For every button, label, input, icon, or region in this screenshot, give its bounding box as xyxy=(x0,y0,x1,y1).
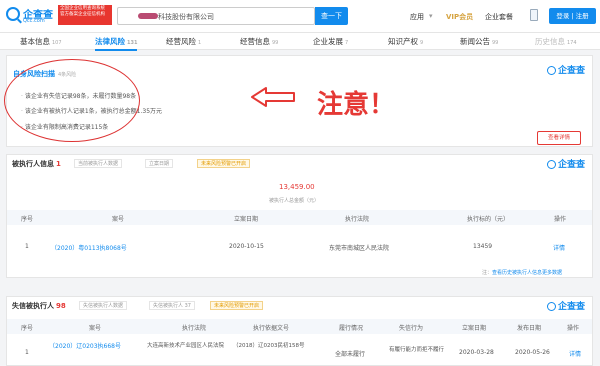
executed-person-section: 被执行人信息 1 当前被执行人数据 立案日期 未来风险预警已开启 企查查 13,4… xyxy=(6,154,593,278)
tab-operating-risk[interactable]: 经营风险 1 xyxy=(166,36,201,47)
court-name: 大连高新技术产业园区人民法院 xyxy=(147,343,225,349)
dishonest-person-section: 失信被执行人 98 失信被执行人数据 失信被执行人 37 未来风险预警已开启 企查… xyxy=(6,296,593,366)
tab-basic-info[interactable]: 基本信息 107 xyxy=(20,36,62,47)
risk-alert-tag[interactable]: 未来风险预警已开启 xyxy=(210,301,264,310)
company-tabs: 基本信息 107 法律风险 131 经营风险 1 经营信息 99 企业发展 7 知识产权 9… xyxy=(0,33,600,51)
tab-history[interactable]: 历史信息 174 xyxy=(535,36,577,47)
filter-chip[interactable]: 失信被执行人数据 xyxy=(79,301,128,310)
annotation-notice-text: 注意！ xyxy=(317,90,396,120)
section-title: 失信被执行人 98 xyxy=(12,302,66,310)
search-input[interactable]: 科技股份有限公司 xyxy=(117,7,315,25)
column-header: 立案日期 xyxy=(234,216,259,223)
tab-enterprise-development[interactable]: 企业发展 7 xyxy=(313,36,348,47)
nav-enterprise-package[interactable]: 企业套餐 xyxy=(485,12,513,22)
watermark-logo: 企查查 xyxy=(547,299,585,312)
column-header: 序号 xyxy=(21,325,34,332)
filing-date: 2020-10-15 xyxy=(229,243,264,250)
tab-legal-risk[interactable]: 法律风险 131 xyxy=(95,36,138,51)
column-header: 操作 xyxy=(554,216,567,223)
section-title: 被执行人信息 1 xyxy=(12,160,61,168)
column-header: 履行情况 xyxy=(339,325,364,332)
table-header: 序号 案号 执行法院 执行依据文号 履行情况 失信行为 立案日期 发布日期 操作 xyxy=(7,319,592,334)
column-header: 序号 xyxy=(21,216,34,223)
tab-intellectual-property[interactable]: 知识产权 9 xyxy=(388,36,423,47)
nav-apps[interactable]: 应用 xyxy=(410,12,424,22)
search-button[interactable]: 查一下 xyxy=(315,7,348,25)
column-header: 案号 xyxy=(89,325,102,332)
annotation-arrow-icon xyxy=(251,87,295,107)
logo-magnifier-icon xyxy=(547,160,556,169)
column-header: 执行依据文号 xyxy=(253,325,290,332)
table-header: 序号 案号 立案日期 执行法院 执行标的（元） 操作 xyxy=(7,210,592,225)
details-link[interactable]: 详情 xyxy=(569,349,581,358)
nav-vip[interactable]: VIP会员 xyxy=(446,12,473,22)
logo-magnifier-icon xyxy=(547,302,556,311)
column-header: 失信行为 xyxy=(399,325,424,332)
login-register-button[interactable]: 登录 | 注册 xyxy=(549,8,596,24)
promo-badge[interactable]: 全国企业信用查询系统 官方备案企业征信机构 xyxy=(58,5,112,25)
total-amount: 13,459.00 xyxy=(279,183,315,191)
redaction-mark xyxy=(138,13,158,19)
filing-date: 2020-03-28 xyxy=(459,349,494,356)
column-header: 操作 xyxy=(567,325,580,332)
logo-magnifier-icon xyxy=(6,7,20,21)
column-header: 案号 xyxy=(112,216,125,223)
total-amount-label: 被执行人总金额（元） xyxy=(269,198,320,204)
logo-domain: Qcc.com xyxy=(23,18,45,24)
top-header: 企查查 Qcc.com 全国企业信用查询系统 官方备案企业征信机构 科技股份有限… xyxy=(0,0,600,33)
publish-date: 2020-05-26 xyxy=(515,349,550,356)
execution-amount: 13459 xyxy=(473,243,493,250)
row-number: 1 xyxy=(25,349,29,356)
column-header: 立案日期 xyxy=(462,325,487,332)
fulfillment-status: 全部未履行 xyxy=(335,351,366,358)
history-hint: 注：查看历史被执行人信息更多数据 xyxy=(482,270,563,276)
column-header: 执行标的（元） xyxy=(467,216,510,223)
tab-operating-info[interactable]: 经营信息 99 xyxy=(240,36,278,47)
tab-news[interactable]: 新闻公告 99 xyxy=(460,36,498,47)
column-header: 执行法院 xyxy=(345,216,370,223)
search-value: 科技股份有限公司 xyxy=(158,13,214,21)
logo-magnifier-icon xyxy=(547,66,556,75)
details-link[interactable]: 详情 xyxy=(553,243,565,252)
dishonest-behavior: 有履行能力而拒不履行 xyxy=(389,347,445,353)
filter-chip[interactable]: 失信被执行人 37 xyxy=(149,301,195,310)
column-header: 发布日期 xyxy=(517,325,542,332)
case-number-link[interactable]: （2020）粤0113执8068号 xyxy=(51,243,127,252)
chevron-down-icon: ▾ xyxy=(429,12,433,20)
basis-document: （2018）辽0203民初158号 xyxy=(233,343,305,349)
phone-icon[interactable] xyxy=(530,9,538,21)
filter-chip[interactable]: 当前被执行人数据 xyxy=(74,159,123,168)
row-number: 1 xyxy=(25,243,29,250)
column-header: 执行法院 xyxy=(182,325,207,332)
case-number-link[interactable]: （2020）辽0203执668号 xyxy=(49,341,121,350)
risk-alert-tag[interactable]: 未来风险预警已开启 xyxy=(197,159,251,168)
annotation-ellipse xyxy=(4,59,140,142)
watermark-logo: 企查查 xyxy=(547,157,585,170)
qichacha-logo[interactable]: 企查查 Qcc.com xyxy=(6,5,56,29)
filter-chip[interactable]: 立案日期 xyxy=(145,159,174,168)
watermark-logo: 企查查 xyxy=(547,63,585,76)
view-details-button[interactable]: 查看详情 xyxy=(537,131,581,145)
court-name: 东莞市南城区人民法院 xyxy=(329,245,390,252)
history-link[interactable]: 查看历史被执行人信息更多数据 xyxy=(492,270,562,276)
